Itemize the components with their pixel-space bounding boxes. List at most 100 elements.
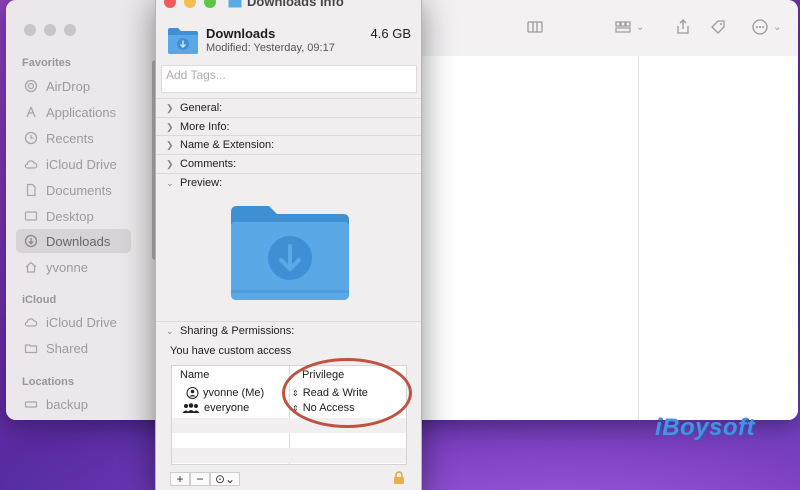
sidebar-item-label: backup bbox=[46, 396, 88, 412]
sidebar-item-shared[interactable]: Shared bbox=[16, 336, 131, 360]
sidebar-item-desktop[interactable]: Desktop bbox=[16, 204, 131, 228]
user-name: yvonne (Me) bbox=[203, 387, 265, 399]
chevron-down-icon: ⌄ bbox=[773, 21, 782, 33]
minimize-button[interactable] bbox=[44, 24, 56, 36]
tags-input[interactable]: Add Tags... bbox=[161, 65, 417, 93]
sidebar-item-backup[interactable]: backup bbox=[16, 392, 131, 416]
section-comments[interactable]: ❯ Comments: bbox=[156, 154, 421, 173]
section-preview[interactable]: ⌄ Preview: bbox=[156, 173, 421, 192]
section-general[interactable]: ❯ General: bbox=[156, 98, 421, 117]
sidebar-item-label: yvonne bbox=[46, 259, 88, 275]
remove-user-button[interactable]: − bbox=[190, 472, 210, 486]
item-name: Downloads bbox=[206, 26, 276, 41]
document-icon bbox=[24, 183, 38, 197]
chevron-down-icon: ⌄ bbox=[166, 177, 174, 188]
sidebar-item-label: Downloads bbox=[46, 233, 111, 249]
sidebar-item-yvonne[interactable]: yvonne bbox=[16, 255, 131, 279]
close-button[interactable] bbox=[164, 0, 176, 8]
sidebar-item-label: Documents bbox=[46, 182, 112, 198]
access-text: You have custom access bbox=[170, 345, 292, 357]
folder-icon bbox=[228, 0, 242, 7]
name-cell: yvonne (Me) bbox=[186, 387, 264, 399]
watermark-logo: iBoysoft bbox=[655, 414, 755, 441]
info-titlebar: Downloads Info bbox=[156, 0, 421, 12]
chevron-down-icon: ⌄ bbox=[636, 21, 645, 33]
download-circle-icon bbox=[24, 234, 38, 248]
drive-icon bbox=[24, 397, 38, 411]
more-actions-button[interactable]: ⌄ bbox=[751, 18, 781, 36]
window-title: Downloads Info bbox=[228, 0, 344, 9]
tag-icon bbox=[711, 20, 725, 34]
sidebar-item-airdrop[interactable]: AirDrop bbox=[16, 74, 131, 98]
section-label: Name & Extension: bbox=[180, 139, 275, 151]
section-label: General: bbox=[180, 102, 223, 114]
column-divider[interactable] bbox=[638, 56, 639, 420]
chevron-right-icon: ❯ bbox=[166, 158, 174, 169]
chevron-down-icon: ⌄ bbox=[166, 325, 174, 336]
sidebar-item-documents[interactable]: Documents bbox=[16, 178, 131, 202]
annotation-circle bbox=[282, 358, 412, 428]
shared-folder-icon bbox=[24, 341, 38, 355]
section-label: Sharing & Permissions: bbox=[180, 325, 295, 337]
sidebar-item-label: Recents bbox=[46, 130, 94, 146]
sidebar-item-downloads[interactable]: Downloads bbox=[16, 229, 131, 253]
sidebar-item-icloud-drive[interactable]: iCloud Drive bbox=[16, 152, 131, 176]
item-size: 4.6 GB bbox=[370, 26, 411, 41]
group-button[interactable]: ⌄ bbox=[614, 18, 644, 36]
airdrop-icon bbox=[24, 79, 38, 93]
action-menu-button[interactable]: ⊙⌄ bbox=[210, 472, 240, 486]
add-user-button[interactable]: + bbox=[170, 472, 190, 486]
cloud-icon bbox=[24, 315, 38, 329]
cloud-icon bbox=[24, 157, 38, 171]
section-more-info[interactable]: ❯ More Info: bbox=[156, 117, 421, 136]
applications-icon bbox=[24, 105, 38, 119]
preview-folder-icon bbox=[231, 206, 349, 300]
group-icon bbox=[182, 403, 200, 413]
user-icon bbox=[186, 387, 199, 399]
share-button[interactable] bbox=[674, 18, 692, 36]
clock-icon bbox=[24, 131, 38, 145]
section-label: Comments: bbox=[180, 158, 237, 170]
section-name-extension[interactable]: ❯ Name & Extension: bbox=[156, 135, 421, 154]
column-header-name[interactable]: Name bbox=[180, 369, 209, 381]
sidebar-item-label: AirDrop bbox=[46, 78, 91, 94]
close-button[interactable] bbox=[24, 24, 36, 36]
item-modified: Modified: Yesterday, 09:17 bbox=[206, 42, 335, 54]
sidebar-item-label: Shared bbox=[46, 340, 88, 356]
chevron-right-icon: ❯ bbox=[166, 102, 174, 113]
finder-sidebar: Favorites AirDrop Applications Recents i… bbox=[6, 0, 156, 420]
sidebar-section-locations: Locations bbox=[22, 376, 74, 388]
sidebar-item-label: Desktop bbox=[46, 208, 94, 224]
user-name: everyone bbox=[204, 402, 250, 414]
info-traffic-lights bbox=[164, 0, 216, 8]
chevron-right-icon: ❯ bbox=[166, 121, 174, 132]
tag-button[interactable] bbox=[709, 18, 727, 36]
table-row-empty bbox=[172, 448, 406, 463]
sidebar-item-icloud-drive-2[interactable]: iCloud Drive bbox=[16, 310, 131, 334]
sidebar-section-favorites: Favorites bbox=[22, 57, 71, 69]
columns-icon bbox=[527, 21, 543, 33]
downloads-folder-icon bbox=[168, 28, 198, 54]
sidebar-item-recents[interactable]: Recents bbox=[16, 126, 131, 150]
desktop-icon bbox=[24, 209, 38, 223]
minimize-button[interactable] bbox=[184, 0, 196, 8]
section-label: Preview: bbox=[180, 177, 223, 189]
sidebar-section-icloud: iCloud bbox=[22, 294, 57, 306]
zoom-button[interactable] bbox=[64, 24, 76, 36]
finder-traffic-lights bbox=[24, 24, 76, 36]
lock-icon[interactable] bbox=[393, 471, 405, 484]
section-sharing-permissions[interactable]: ⌄ Sharing & Permissions: bbox=[156, 321, 421, 340]
grid-icon bbox=[615, 21, 631, 33]
home-icon bbox=[24, 260, 38, 274]
sidebar-item-label: iCloud Drive bbox=[46, 156, 117, 172]
name-cell: everyone bbox=[182, 402, 249, 414]
window-title-text: Downloads Info bbox=[247, 0, 344, 9]
sidebar-item-applications[interactable]: Applications bbox=[16, 100, 131, 124]
ellipsis-circle-icon bbox=[752, 19, 768, 35]
permissions-toolbar: + − ⊙⌄ bbox=[170, 472, 240, 486]
share-icon bbox=[677, 19, 689, 34]
section-label: More Info: bbox=[180, 121, 230, 133]
column-view-button[interactable] bbox=[526, 18, 544, 36]
zoom-button[interactable] bbox=[204, 0, 216, 8]
sidebar-item-label: iCloud Drive bbox=[46, 314, 117, 330]
